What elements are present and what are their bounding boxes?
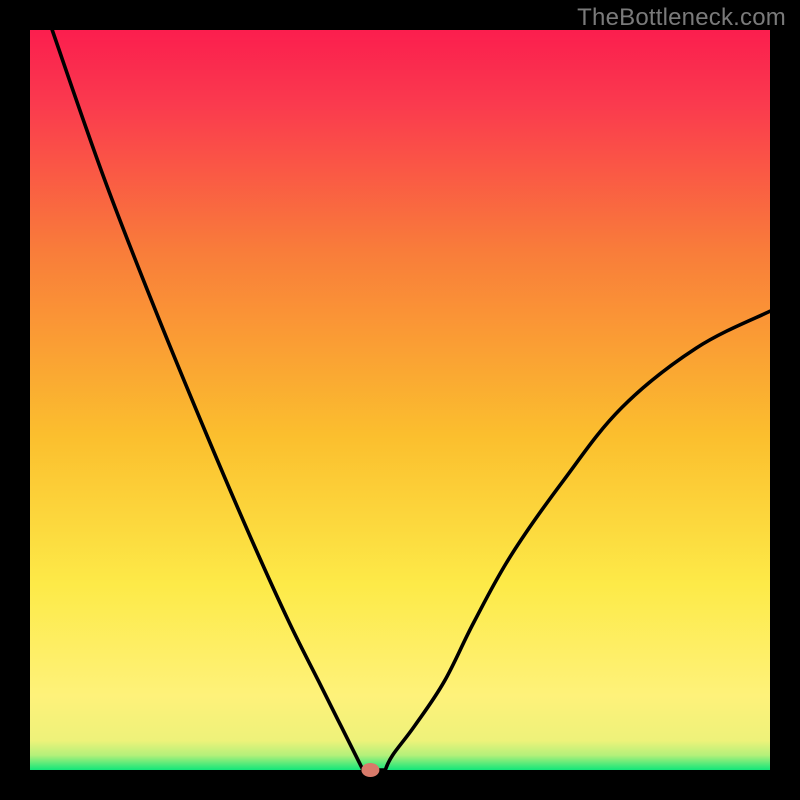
optimal-marker	[361, 763, 379, 777]
chart-frame: TheBottleneck.com	[0, 0, 800, 800]
watermark-text: TheBottleneck.com	[577, 4, 786, 32]
bottleneck-chart	[0, 0, 800, 800]
plot-background	[30, 30, 770, 770]
